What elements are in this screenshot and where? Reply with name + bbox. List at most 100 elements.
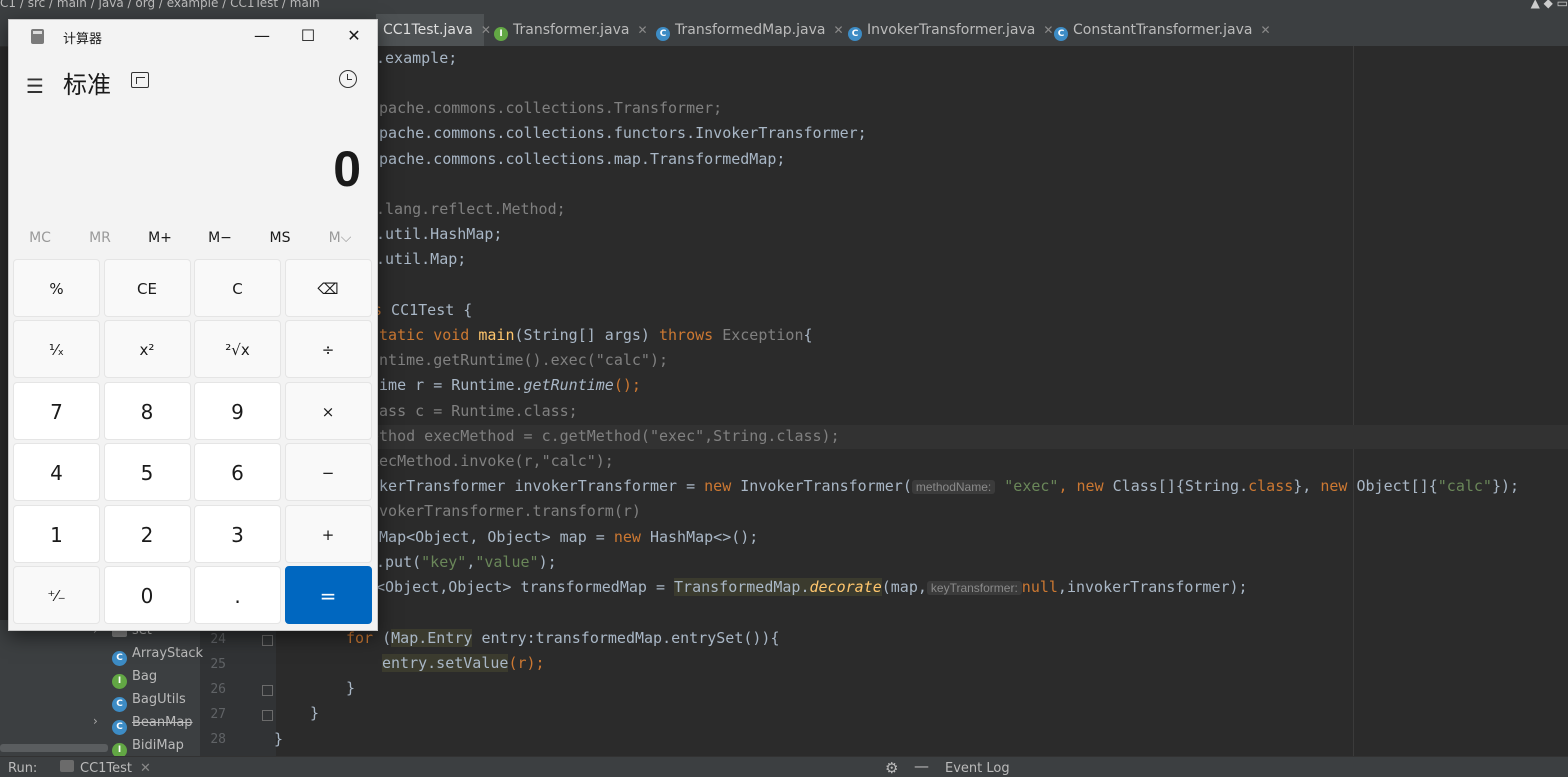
breadcrumb-item[interactable]: CC1Test [230,0,278,10]
class-icon: C [112,651,127,666]
tree-item-beanmap[interactable]: C BeanMap [112,712,193,735]
code-line: xecMethod.invoke(r,"calc"); [370,452,614,470]
tab-label: Transformer.java [513,22,630,38]
code-line: s CC1Test { [373,301,473,319]
breadcrumb-separator: / [45,0,57,10]
tab-transformedmap[interactable]: C TransformedMap.java ✕ [656,14,844,46]
code-line: .lang.reflect.Method; [376,200,566,218]
tab-invokertransformer[interactable]: C InvokerTransformer.java ✕ [848,14,1053,46]
code-line: .util.HashMap; [376,225,503,243]
divide-button[interactable]: ÷ [284,320,372,379]
line-number: 26 [210,682,226,697]
breadcrumb-item[interactable]: org [135,0,155,10]
square-button[interactable]: x² [103,320,191,379]
calculator-titlebar[interactable]: 计算器 — ☐ ✕ [9,20,377,52]
memory-add-button[interactable]: M+ [130,230,190,246]
class-icon: C [1054,27,1068,41]
code-line: okerTransformer invokerTransformer = new… [370,477,1520,495]
subtract-button[interactable]: − [284,443,372,502]
result-display: 0 [333,141,361,197]
digit-5-button[interactable]: 5 [103,443,191,502]
minimize-button[interactable]: — [239,20,285,52]
fold-marker-icon[interactable] [262,710,273,721]
close-icon[interactable]: ✕ [833,23,843,37]
memory-list-button[interactable]: M⌵ [310,230,370,246]
breadcrumb-item[interactable]: src [28,0,46,10]
digit-9-button[interactable]: 9 [194,381,281,440]
breadcrumb-separator: / [123,0,136,10]
gear-icon[interactable]: ⚙ [885,759,898,777]
code-line: apache.commons.collections.map.Transform… [370,150,786,168]
reciprocal-button[interactable]: ¹⁄ₓ [13,320,100,379]
status-bar: Run: CC1Test ✕ ⚙ — Event Log [0,756,1568,777]
tree-item-bagutils[interactable]: C BagUtils [112,689,186,712]
backspace-button[interactable]: ⌫ [284,259,372,317]
close-icon[interactable]: ✕ [481,23,491,37]
code-line: } [274,730,284,748]
tree-item-bag[interactable]: I Bag [112,666,157,689]
tab-label: TransformedMap.java [675,22,826,38]
code-line: } [310,704,320,722]
tab-transformer[interactable]: I Transformer.java ✕ [494,14,648,46]
decimal-button[interactable]: . [194,566,281,624]
digit-0-button[interactable]: 0 [103,566,191,624]
digit-2-button[interactable]: 2 [103,504,191,563]
digit-3-button[interactable]: 3 [194,504,281,563]
add-button[interactable]: + [284,504,372,563]
tree-item-arraystack[interactable]: C ArrayStack [112,643,203,666]
breadcrumb-separator: / [16,0,28,10]
tab-label: CC1Test.java [383,22,473,38]
parameter-hint: methodName: [911,480,996,494]
code-line: untime.getRuntime().exec("calc"); [370,351,669,369]
code-line: } [346,679,356,697]
tree-item-bidimap[interactable]: I BidiMap [112,735,184,758]
history-icon[interactable] [339,70,357,88]
close-icon[interactable]: ✕ [638,23,648,37]
code-line: apache.commons.collections.Transformer; [370,99,723,117]
tab-cc1test[interactable]: CC1Test.java ✕ [376,14,491,46]
code-line: lass c = Runtime.class; [370,402,578,420]
close-icon[interactable]: ✕ [140,761,151,776]
negate-button[interactable]: ⁺⁄₋ [13,566,100,624]
digit-6-button[interactable]: 6 [194,443,281,502]
digit-4-button[interactable]: 4 [13,443,100,502]
breadcrumb-item[interactable]: java [99,0,124,10]
memory-recall-button[interactable]: MR [70,230,130,246]
tree-scrollbar[interactable] [0,744,108,752]
digit-7-button[interactable]: 7 [13,381,100,440]
percent-button[interactable]: % [13,259,100,317]
close-icon[interactable]: ✕ [1260,23,1270,37]
memory-subtract-button[interactable]: M− [190,230,250,246]
digit-8-button[interactable]: 8 [103,381,191,440]
clear-button[interactable]: C [194,259,281,317]
code-line: hMap<Object, Object> map = new HashMap<>… [370,528,759,546]
digit-1-button[interactable]: 1 [13,504,100,563]
class-icon: C [848,27,862,41]
tab-label: InvokerTransformer.java [867,22,1036,38]
hamburger-menu-icon[interactable]: ☰ [26,74,44,98]
breadcrumb-item[interactable]: main [290,0,320,10]
keep-on-top-icon[interactable] [131,72,149,88]
run-config-tab[interactable]: CC1Test [80,761,132,776]
fold-marker-icon[interactable] [262,685,273,696]
breadcrumb-item[interactable]: C1 [0,0,16,10]
right-margin-guide [1353,46,1354,756]
tab-constanttransformer[interactable]: C ConstantTransformer.java ✕ [1054,14,1271,46]
event-log[interactable]: Event Log [945,761,1010,776]
square-root-button[interactable]: ²√x [194,320,281,379]
clear-entry-button[interactable]: CE [103,259,191,317]
breadcrumb-item[interactable]: main [57,0,87,10]
maximize-button[interactable]: ☐ [285,20,331,52]
memory-clear-button[interactable]: MC [10,230,70,246]
close-icon[interactable]: ✕ [1043,23,1053,37]
fold-marker-icon[interactable] [262,635,273,646]
expand-arrow-icon[interactable]: › [93,714,98,728]
breadcrumb-item[interactable]: example [167,0,219,10]
memory-store-button[interactable]: MS [250,230,310,246]
close-button[interactable]: ✕ [331,20,377,52]
equals-button[interactable]: = [284,566,372,624]
minimize-icon[interactable]: — [914,757,929,775]
toolbar-icons[interactable]: ▲ ◆ ▭ [1531,0,1568,10]
code-line: time r = Runtime.getRuntime(); [370,376,641,394]
multiply-button[interactable]: × [284,381,372,440]
